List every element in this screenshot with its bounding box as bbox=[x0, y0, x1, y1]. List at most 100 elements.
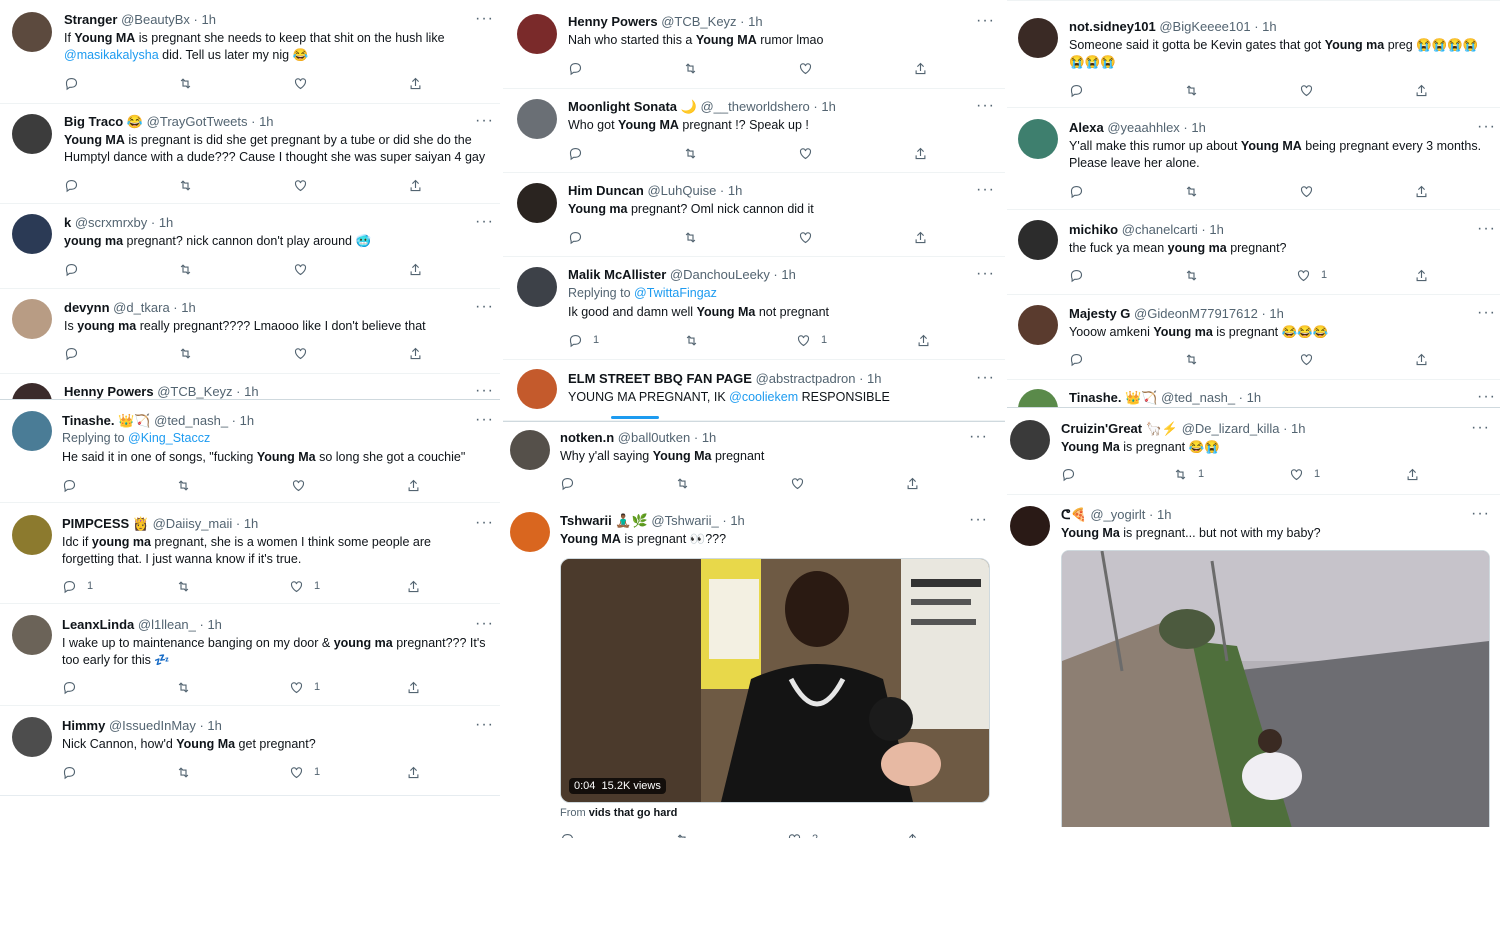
avatar[interactable] bbox=[517, 267, 557, 307]
handle-time[interactable]: @d_tkara · 1h bbox=[113, 300, 196, 315]
avatar[interactable] bbox=[12, 12, 52, 52]
avatar[interactable] bbox=[12, 717, 52, 757]
tweet[interactable]: Moonlight Sonata 🌙 @__theworldshero · 1h… bbox=[503, 89, 1005, 173]
retweet-button[interactable] bbox=[683, 228, 698, 246]
tweet[interactable]: LeanxLinda @l1llean_ · 1h ··· I wake up … bbox=[0, 604, 500, 706]
avatar[interactable] bbox=[510, 430, 550, 470]
retweet-button[interactable] bbox=[1184, 81, 1199, 99]
share-button[interactable] bbox=[408, 260, 423, 278]
reply-button[interactable] bbox=[568, 144, 583, 162]
display-name[interactable]: michiko bbox=[1069, 222, 1118, 237]
tweet[interactable]: k @scrxmrxby · 1h ··· young ma pregnant?… bbox=[0, 204, 500, 289]
avatar[interactable] bbox=[12, 299, 52, 339]
like-button[interactable]: 2 bbox=[787, 830, 818, 838]
handle-time[interactable]: @abstractpadron · 1h bbox=[756, 371, 882, 386]
like-button[interactable] bbox=[293, 344, 308, 362]
retweet-button[interactable]: 1 bbox=[1173, 465, 1204, 483]
handle-time[interactable]: @De_lizard_killa · 1h bbox=[1182, 421, 1306, 436]
retweet-button[interactable] bbox=[683, 144, 698, 162]
display-name[interactable]: Majesty G bbox=[1069, 306, 1130, 321]
reply-button[interactable] bbox=[64, 176, 79, 194]
display-name[interactable]: LeanxLinda bbox=[62, 617, 134, 632]
more-icon[interactable]: ··· bbox=[1471, 506, 1490, 522]
more-icon[interactable]: ··· bbox=[976, 182, 995, 198]
like-button[interactable]: 1 bbox=[289, 678, 320, 696]
retweet-button[interactable] bbox=[675, 474, 690, 492]
more-icon[interactable]: ··· bbox=[475, 214, 494, 230]
display-name[interactable]: Henny Powers bbox=[568, 14, 658, 29]
like-button[interactable] bbox=[798, 144, 813, 162]
mention-link[interactable]: @cooliekem bbox=[729, 390, 798, 404]
tweet[interactable]: Tinashe. 👑🏹 @ted_nash_ · 1h ··· Replying… bbox=[0, 400, 500, 503]
share-button[interactable] bbox=[406, 577, 421, 595]
display-name[interactable]: Himmy bbox=[62, 718, 105, 733]
share-button[interactable] bbox=[916, 331, 931, 349]
more-icon[interactable]: ··· bbox=[969, 429, 988, 445]
tweet[interactable]: PIMPCESS 👸 @Daiisy_maii · 1h ··· Idc if … bbox=[0, 503, 500, 604]
share-button[interactable] bbox=[1414, 81, 1429, 99]
share-button[interactable] bbox=[408, 74, 423, 92]
more-icon[interactable]: ··· bbox=[1477, 389, 1496, 405]
more-icon[interactable]: ··· bbox=[976, 370, 995, 386]
tweet[interactable]: Tshwarii 🧘🏾‍♂️🌿 @Tshwarii_ · 1h ··· Youn… bbox=[503, 501, 1005, 838]
retweet-button[interactable] bbox=[1184, 182, 1199, 200]
reply-button[interactable] bbox=[1061, 465, 1076, 483]
share-button[interactable] bbox=[913, 228, 928, 246]
like-button[interactable]: 1 bbox=[1296, 266, 1327, 284]
more-icon[interactable]: ··· bbox=[475, 616, 494, 632]
retweet-button[interactable] bbox=[176, 476, 191, 494]
share-button[interactable] bbox=[408, 176, 423, 194]
reply-button[interactable] bbox=[64, 74, 79, 92]
display-name[interactable]: devynn bbox=[64, 300, 110, 315]
retweet-button[interactable] bbox=[1184, 350, 1199, 368]
avatar[interactable] bbox=[517, 99, 557, 139]
display-name[interactable]: k bbox=[64, 215, 71, 230]
handle-time[interactable]: @TCB_Keyz · 1h bbox=[661, 14, 762, 29]
retweet-button[interactable] bbox=[176, 763, 191, 781]
retweet-button[interactable] bbox=[1184, 266, 1199, 284]
tweet[interactable]: not.sidney101 @BigKeeee101 · 1h Someone … bbox=[1007, 7, 1500, 108]
like-button[interactable]: 1 bbox=[289, 763, 320, 781]
handle-time[interactable]: @GideonM77917612 · 1h bbox=[1134, 306, 1284, 321]
more-icon[interactable]: ··· bbox=[1477, 305, 1496, 321]
like-button[interactable] bbox=[293, 176, 308, 194]
more-icon[interactable]: ··· bbox=[969, 512, 988, 528]
avatar[interactable] bbox=[12, 411, 52, 451]
display-name[interactable]: Alexa bbox=[1069, 120, 1104, 135]
handle-time[interactable]: @LuhQuise · 1h bbox=[647, 183, 742, 198]
reply-button[interactable]: 1 bbox=[568, 331, 599, 349]
retweet-button[interactable] bbox=[684, 331, 699, 349]
like-button[interactable] bbox=[1299, 350, 1314, 368]
handle-time[interactable]: @TCB_Keyz · 1h bbox=[157, 384, 258, 399]
like-button[interactable]: 1 bbox=[1289, 465, 1320, 483]
tweet[interactable]: Henny Powers @TCB_Keyz · 1h ··· Nah who … bbox=[503, 0, 1005, 89]
avatar[interactable] bbox=[1010, 506, 1050, 546]
handle-time[interactable]: @DanchouLeeky · 1h bbox=[670, 267, 796, 282]
reply-button[interactable] bbox=[64, 260, 79, 278]
like-button[interactable] bbox=[798, 59, 813, 77]
tweet[interactable]: notken.n @ball0utken · 1h ··· Why y'all … bbox=[503, 421, 1005, 502]
retweet-button[interactable] bbox=[178, 74, 193, 92]
handle-time[interactable]: @BigKeeee101 · 1h bbox=[1159, 19, 1276, 34]
handle-time[interactable]: @yeaahhlex · 1h bbox=[1107, 120, 1205, 135]
display-name[interactable]: Tinashe. 👑🏹 bbox=[1069, 390, 1158, 405]
avatar[interactable] bbox=[12, 383, 52, 399]
avatar[interactable] bbox=[517, 183, 557, 223]
reply-button[interactable] bbox=[64, 344, 79, 362]
tweet[interactable]: Malik McAllister @DanchouLeeky · 1h ··· … bbox=[503, 257, 1005, 360]
display-name[interactable]: ELM STREET BBQ FAN PAGE bbox=[568, 371, 752, 386]
video-player[interactable]: 0:04 15.2K views bbox=[560, 558, 990, 803]
tweet-partial[interactable]: Tinashe. 👑🏹 @ted_nash_ · 1h ··· bbox=[1007, 380, 1500, 408]
more-icon[interactable]: ··· bbox=[475, 113, 494, 129]
more-icon[interactable]: ··· bbox=[475, 11, 494, 27]
reply-button[interactable] bbox=[62, 763, 77, 781]
handle-time[interactable]: @ted_nash_ · 1h bbox=[154, 413, 254, 428]
share-button[interactable] bbox=[406, 678, 421, 696]
more-icon[interactable]: ··· bbox=[1477, 119, 1496, 135]
more-icon[interactable]: ··· bbox=[475, 717, 494, 733]
handle-time[interactable]: @ball0utken · 1h bbox=[618, 430, 716, 445]
handle-time[interactable]: @l1llean_ · 1h bbox=[138, 617, 222, 632]
mention-link[interactable]: @masikakalysha bbox=[64, 48, 159, 62]
like-button[interactable] bbox=[291, 476, 306, 494]
mention-link[interactable]: @King_Staccz bbox=[128, 431, 210, 445]
